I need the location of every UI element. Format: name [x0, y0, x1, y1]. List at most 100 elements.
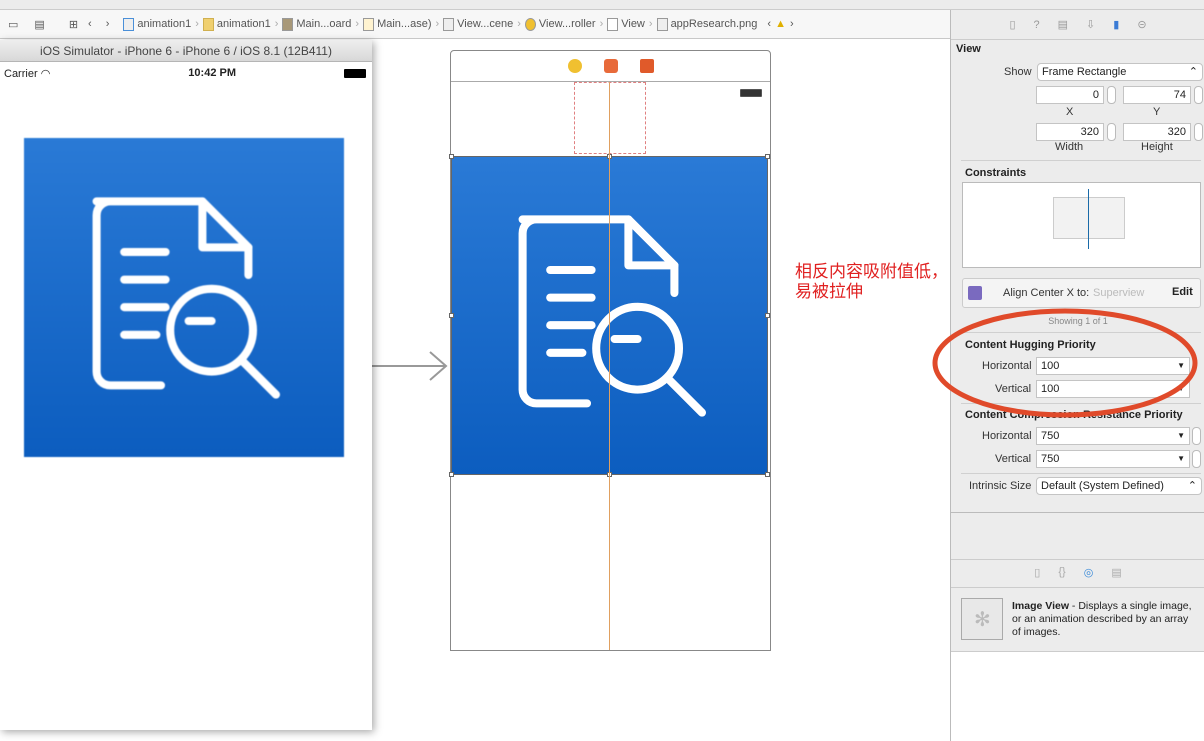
- x-field[interactable]: 0: [1036, 86, 1104, 104]
- library-item-name: Image View: [1012, 600, 1070, 612]
- help-icon[interactable]: ?: [1034, 19, 1040, 31]
- breadcrumb-item[interactable]: animation1: [123, 17, 192, 31]
- compression-v-value: 750: [1041, 453, 1060, 465]
- constraints-diagram: [962, 182, 1201, 268]
- view-controller-icon: [524, 17, 536, 31]
- view-icon: [607, 17, 619, 31]
- show-select[interactable]: Frame Rectangle ⌃: [1037, 63, 1203, 81]
- constraint-item[interactable]: Align Center X to: Superview Edit: [962, 278, 1201, 308]
- show-value: Frame Rectangle: [1042, 66, 1127, 78]
- related-items-icon[interactable]: ⊞: [69, 18, 78, 31]
- breadcrumb-item[interactable]: appResearch.png: [656, 17, 758, 31]
- toolbar-strip: [0, 0, 1204, 10]
- prev-issue-icon[interactable]: ‹: [767, 18, 771, 30]
- breadcrumb-item[interactable]: View...roller: [524, 17, 596, 31]
- height-stepper[interactable]: [1194, 123, 1203, 141]
- annotation-line: 易被拉伸: [795, 282, 863, 301]
- file-template-icon[interactable]: ▯: [1034, 566, 1040, 579]
- resize-handle[interactable]: [765, 154, 770, 159]
- compression-v-stepper[interactable]: [1192, 450, 1201, 468]
- top-layout-guide: [574, 82, 646, 154]
- carrier-label: Carrier: [4, 67, 38, 80]
- scene-dock: [451, 51, 770, 82]
- battery-icon: [740, 89, 762, 97]
- resize-handle[interactable]: [765, 313, 770, 318]
- view-controller-icon[interactable]: [567, 59, 582, 73]
- x-label: X: [1066, 106, 1074, 118]
- compression-v-select[interactable]: 750 ▼: [1036, 450, 1190, 468]
- comment-icon[interactable]: ▤: [34, 18, 44, 31]
- y-field[interactable]: 74: [1123, 86, 1191, 104]
- code-snippet-icon[interactable]: {}: [1058, 566, 1065, 579]
- compression-h-select[interactable]: 750 ▼: [1036, 427, 1190, 445]
- annotation-line: 相反内容吸附值低，: [795, 262, 948, 281]
- time-label: 10:42 PM: [188, 67, 236, 79]
- width-stepper[interactable]: [1107, 123, 1116, 141]
- width-label: Width: [1055, 141, 1084, 153]
- highlight-ellipse: [932, 308, 1198, 418]
- breadcrumb-item[interactable]: animation1: [202, 17, 271, 31]
- constraint-target: Superview: [1093, 287, 1145, 299]
- warning-icon[interactable]: ▲: [775, 18, 786, 30]
- library-item-description: Image View - Displays a single image, or…: [1012, 600, 1197, 639]
- y-stepper[interactable]: [1194, 86, 1203, 104]
- first-responder-icon[interactable]: [603, 59, 618, 73]
- forward-icon[interactable]: ›: [106, 18, 110, 30]
- section-title: View: [956, 43, 981, 55]
- image-view-icon: [656, 17, 668, 31]
- attributes-inspector-icon[interactable]: ⇩: [1086, 18, 1095, 31]
- media-library-icon[interactable]: ▤: [1111, 566, 1121, 579]
- height-label: Height: [1141, 141, 1173, 153]
- height-field[interactable]: 320: [1123, 123, 1191, 141]
- crumb-label: View: [621, 18, 645, 30]
- scene-icon: [443, 17, 455, 31]
- back-icon[interactable]: ‹: [88, 18, 92, 30]
- breadcrumb-item[interactable]: View: [607, 17, 645, 31]
- crumb-label: appResearch.png: [670, 18, 758, 30]
- annotation-text: 相反内容吸附值低， 易被拉伸: [795, 262, 948, 302]
- folder-icon: [202, 17, 214, 31]
- app-image: [24, 138, 344, 457]
- next-issue-icon[interactable]: ›: [790, 18, 794, 30]
- crumb-label: animation1: [216, 18, 271, 30]
- crumb-label: animation1: [137, 18, 192, 30]
- resize-handle[interactable]: [765, 472, 770, 477]
- status-bar: Carrier ◠ 10:42 PM: [0, 62, 372, 84]
- breadcrumb-item[interactable]: Main...oard: [282, 17, 351, 31]
- file-inspector-icon[interactable]: ▯: [1009, 18, 1015, 31]
- crumb-label: View...roller: [538, 18, 596, 30]
- size-inspector-icon[interactable]: ▮: [1113, 18, 1119, 31]
- inspector-tabs: ▯? ▤ ⇩ ▮ ⊝: [951, 10, 1204, 40]
- resize-handle[interactable]: [449, 313, 454, 318]
- compression-h-stepper[interactable]: [1192, 427, 1201, 445]
- compression-h-value: 750: [1041, 430, 1060, 442]
- simulator-title: iOS Simulator - iPhone 6 - iPhone 6 / iO…: [0, 40, 372, 62]
- show-label: Show: [1004, 66, 1032, 78]
- connections-inspector-icon[interactable]: ⊝: [1137, 18, 1146, 31]
- intrinsic-label: Intrinsic Size: [969, 480, 1032, 492]
- center-x-constraint-line: [1088, 189, 1089, 249]
- wifi-icon: ◠: [40, 67, 51, 80]
- project-icon: [123, 17, 135, 31]
- storyboard-icon: [282, 17, 294, 31]
- edit-button[interactable]: Edit: [1172, 286, 1193, 298]
- ios-simulator-window: iOS Simulator - iPhone 6 - iPhone 6 / iO…: [0, 40, 372, 730]
- exit-icon[interactable]: [639, 59, 654, 73]
- battery-icon: [344, 68, 366, 78]
- jump-bar: ▭ ▤ ⊞ ‹ › animation1 › animation1 › Main..…: [0, 10, 950, 39]
- x-stepper[interactable]: [1107, 86, 1116, 104]
- width-field[interactable]: 320: [1036, 123, 1104, 141]
- y-label: Y: [1153, 106, 1161, 118]
- compression-v-label: Vertical: [995, 453, 1032, 465]
- intrinsic-select[interactable]: Default (System Defined) ⌃: [1036, 477, 1202, 495]
- resize-handle[interactable]: [449, 154, 454, 159]
- hide-navigator-icon[interactable]: ▭: [8, 18, 18, 31]
- breadcrumb-item[interactable]: Main...ase): [363, 17, 432, 31]
- resize-handle[interactable]: [449, 472, 454, 477]
- compression-h-label: Horizontal: [982, 430, 1032, 442]
- object-library-icon[interactable]: ◎: [1084, 566, 1094, 579]
- identity-inspector-icon[interactable]: ▤: [1058, 18, 1068, 31]
- library-tabs: ▯ {} ◎ ▤: [951, 566, 1204, 579]
- breadcrumb-item[interactable]: View...cene: [443, 17, 513, 31]
- image-view-library-icon[interactable]: ✻: [961, 598, 1003, 640]
